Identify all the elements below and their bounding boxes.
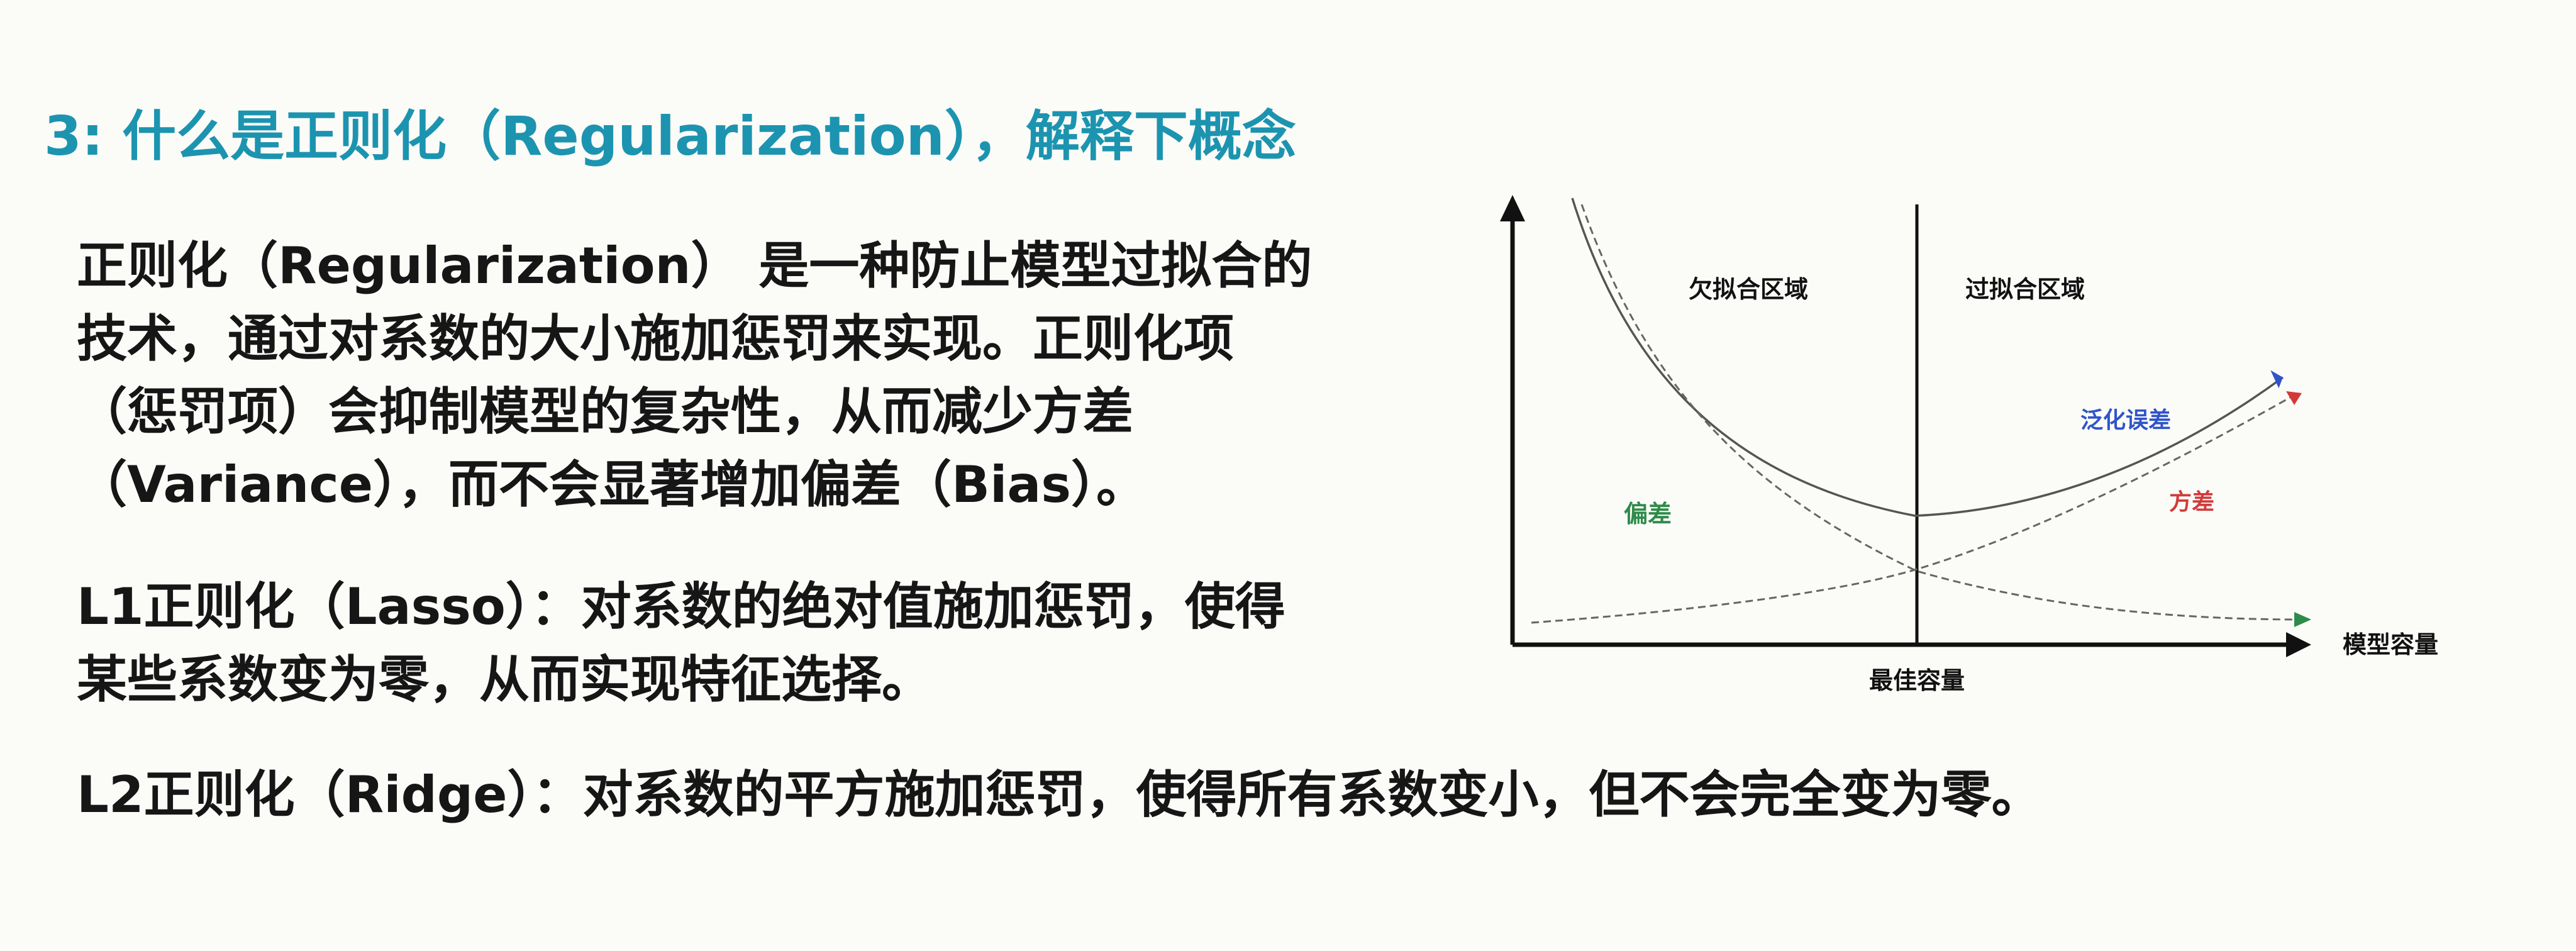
generalization-error-curve — [1571, 197, 2284, 517]
bias-curve — [1580, 204, 2302, 621]
variance-arrow — [2286, 391, 2302, 405]
definition-paragraph: 正则化（Regularization） 是一种防止模型过拟合的技术，通过对系数的… — [77, 236, 1313, 514]
y-axis-arrow — [1500, 195, 1525, 221]
bias-label: 偏差 — [1624, 500, 1672, 528]
capacity-error-diagram: 欠拟合区域 过拟合区域 泛化误差 偏差 方差 模型容量 最佳容量 — [1465, 182, 2484, 723]
generalization-error-label: 泛化误差 — [2080, 408, 2171, 433]
variance-label: 方差 — [2169, 489, 2214, 515]
page-title: 3: 什么是正则化（Regularization），解释下概念 — [44, 105, 1296, 168]
bias-arrow — [2294, 612, 2311, 627]
underfitting-region-label: 欠拟合区域 — [1689, 275, 1808, 303]
l1-paragraph: L1正则化（Lasso）：对系数的绝对值施加惩罚，使得某些系数变为零，从而实现特… — [77, 577, 1285, 709]
optimal-capacity-label: 最佳容量 — [1869, 667, 1965, 694]
x-axis-arrow — [2286, 632, 2311, 657]
l2-paragraph: L2正则化（Ridge）：对系数的平方施加惩罚，使得所有系数变小，但不会完全变为… — [77, 765, 2042, 824]
overfitting-region-label: 过拟合区域 — [1965, 275, 2085, 303]
x-axis-label: 模型容量 — [2343, 631, 2438, 659]
